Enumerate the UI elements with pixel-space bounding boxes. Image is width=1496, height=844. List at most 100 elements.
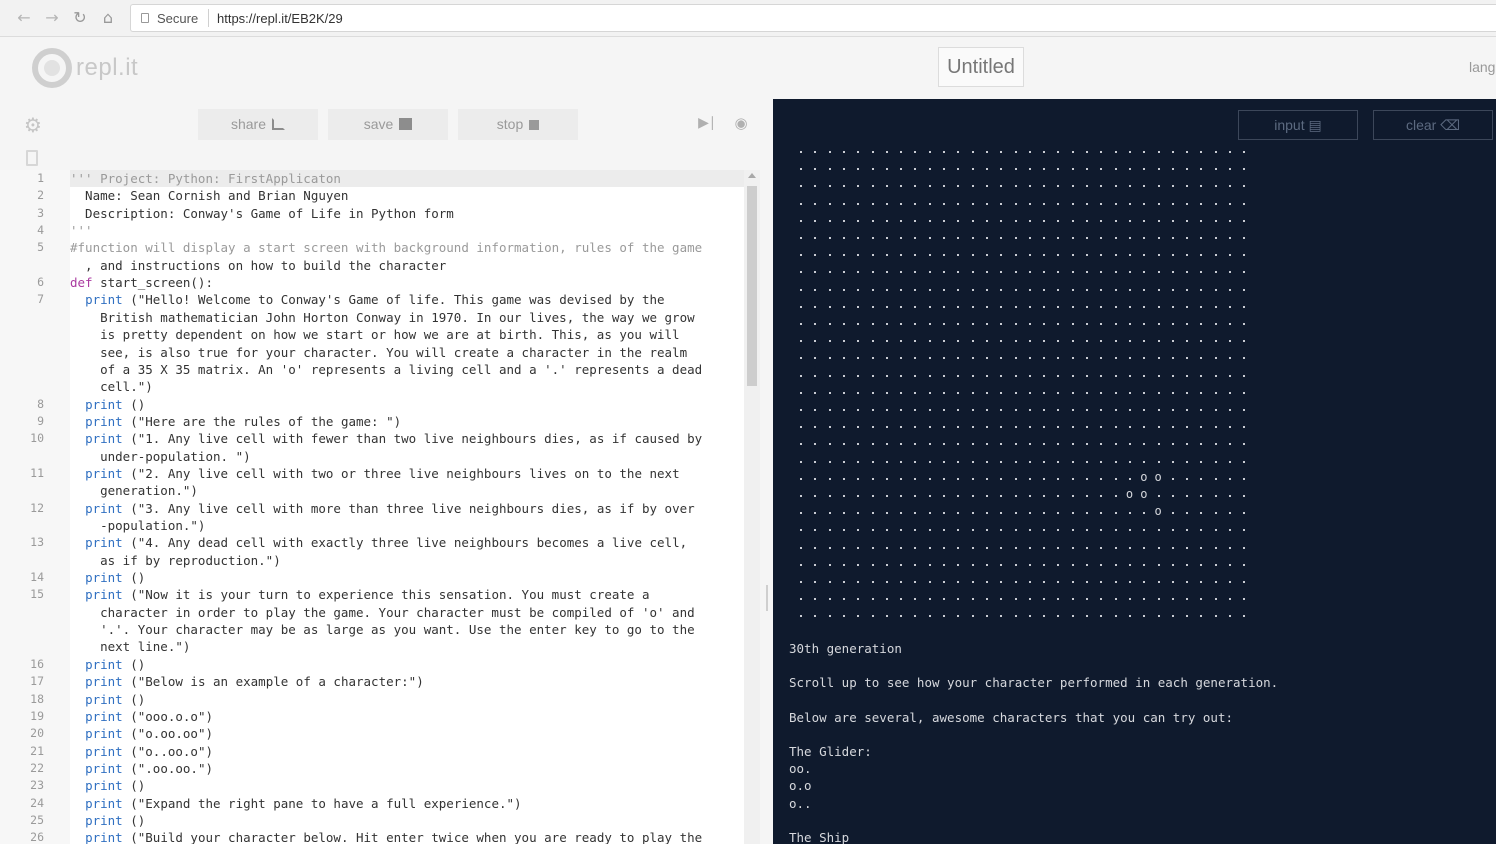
dead-cell xyxy=(1186,409,1189,411)
code-editor[interactable]: ''' Project: Python: FirstApplicaton Nam… xyxy=(70,170,744,844)
code-line[interactable]: '.'. Your character may be as large as y… xyxy=(70,621,744,638)
dead-cell xyxy=(957,581,960,583)
code-line[interactable]: see, is also true for your character. Yo… xyxy=(70,344,744,361)
console-line: Scroll up to see how your character perf… xyxy=(789,675,1279,690)
code-line[interactable]: Name: Sean Cornish and Brian Nguyen xyxy=(70,187,744,204)
code-line[interactable]: of a 35 X 35 matrix. An 'o' represents a… xyxy=(70,361,744,378)
dead-cell xyxy=(943,288,945,291)
splitter-grip-icon[interactable] xyxy=(766,585,768,611)
code-line[interactable]: print ("4. Any dead cell with exactly th… xyxy=(70,534,744,551)
scroll-up-icon[interactable] xyxy=(748,173,756,178)
back-icon[interactable]: ← xyxy=(14,8,34,28)
code-line[interactable]: character in order to play the game. You… xyxy=(70,604,744,621)
code-line[interactable]: print (".oo.oo.") xyxy=(70,760,744,777)
dead-cell xyxy=(900,391,903,394)
code-line[interactable]: -population.") xyxy=(70,517,744,534)
code-line[interactable]: print ("3. Any live cell with more than … xyxy=(70,500,744,517)
code-line[interactable]: #function will display a start screen wi… xyxy=(70,239,744,256)
code-line[interactable]: print ("o..oo.o") xyxy=(70,743,744,760)
run-step-icon[interactable]: ▶∣ xyxy=(697,113,717,133)
scrollbar-thumb[interactable] xyxy=(747,186,757,386)
dead-cell xyxy=(1157,340,1160,343)
dead-cell xyxy=(1200,185,1203,188)
code-line[interactable]: next line.") xyxy=(70,638,744,655)
dead-cell xyxy=(857,237,860,239)
pane-splitter[interactable] xyxy=(760,170,773,844)
clear-button[interactable]: clear ⌫ xyxy=(1373,110,1493,140)
code-line[interactable]: Description: Conway's Game of Life in Py… xyxy=(70,205,744,222)
code-line[interactable]: , and instructions on how to build the c… xyxy=(70,257,744,274)
dead-cell xyxy=(1200,546,1203,549)
code-line[interactable]: print ("2. Any live cell with two or thr… xyxy=(70,465,744,482)
logo-text[interactable]: repl.it xyxy=(76,54,138,82)
code-line[interactable]: print () xyxy=(70,691,744,708)
debug-icon[interactable]: ◉ xyxy=(731,113,751,133)
dead-cell xyxy=(1057,305,1060,308)
dead-cell xyxy=(828,546,831,549)
dead-cell xyxy=(957,305,960,308)
line-number: 20 xyxy=(30,726,44,741)
dead-cell xyxy=(1214,409,1217,411)
dead-cell xyxy=(814,254,817,257)
dead-cell xyxy=(1186,237,1189,239)
code-line[interactable]: under-population. ") xyxy=(70,448,744,465)
language-label[interactable]: lang xyxy=(1469,59,1495,75)
reload-icon[interactable]: ↻ xyxy=(70,8,90,28)
dead-cell xyxy=(814,305,817,308)
line-number: 3 xyxy=(37,205,44,220)
code-line[interactable]: as if by reproduction.") xyxy=(70,552,744,569)
dead-cell xyxy=(1028,323,1031,325)
code-line[interactable]: print ("Now it is your turn to experienc… xyxy=(70,586,744,603)
dead-cell xyxy=(1229,202,1231,205)
code-line[interactable]: ''' Project: Python: FirstApplicaton xyxy=(70,170,744,187)
settings-gear-icon[interactable]: ⚙ xyxy=(22,114,44,136)
dead-cell xyxy=(1229,563,1231,566)
code-line[interactable]: print ("Hello! Welcome to Conway's Game … xyxy=(70,291,744,308)
code-line[interactable]: def start_screen(): xyxy=(70,274,744,291)
save-button[interactable]: save xyxy=(328,109,448,140)
dead-cell xyxy=(1114,305,1117,308)
code-line[interactable]: print ("Here are the rules of the game: … xyxy=(70,413,744,430)
dead-cell xyxy=(1214,357,1217,360)
dead-cell xyxy=(914,426,917,429)
dead-cell xyxy=(1114,151,1117,153)
dead-cell xyxy=(857,340,860,343)
console-pane[interactable]: ooooo input ▤ clear ⌫ 30th generation Scr… xyxy=(773,99,1496,844)
dead-cell xyxy=(1114,426,1117,429)
dead-cell xyxy=(1028,357,1031,360)
dead-cell xyxy=(1043,615,1046,618)
dead-cell xyxy=(914,495,917,497)
code-line[interactable]: print ("Expand the right pane to have a … xyxy=(70,795,744,812)
replit-logo-icon[interactable] xyxy=(32,48,72,88)
dead-cell xyxy=(971,357,974,360)
editor-scrollbar[interactable] xyxy=(744,170,760,844)
line-number: 24 xyxy=(30,795,44,810)
code-line[interactable]: print ("ooo.o.o") xyxy=(70,708,744,725)
code-line[interactable]: generation.") xyxy=(70,482,744,499)
code-line[interactable]: British mathematician John Horton Conway… xyxy=(70,309,744,326)
dead-cell xyxy=(957,563,960,566)
code-line[interactable]: cell.") xyxy=(70,378,744,395)
code-line[interactable]: print () xyxy=(70,777,744,794)
file-icon[interactable] xyxy=(26,150,38,166)
url-text[interactable]: https://repl.it/EB2K/29 xyxy=(217,11,343,26)
share-button[interactable]: share xyxy=(198,109,318,140)
forward-icon[interactable]: → xyxy=(42,8,62,28)
code-line[interactable]: ''' xyxy=(70,222,744,239)
stop-button[interactable]: stop xyxy=(458,109,578,140)
home-icon[interactable]: ⌂ xyxy=(98,8,118,28)
address-bar[interactable]: Secure https://repl.it/EB2K/29 xyxy=(130,4,1496,32)
code-line[interactable]: print ("1. Any live cell with fewer than… xyxy=(70,430,744,447)
code-line[interactable]: is pretty dependent on how we start or h… xyxy=(70,326,744,343)
code-line[interactable]: print () xyxy=(70,812,744,829)
code-line[interactable]: print ("Below is an example of a charact… xyxy=(70,673,744,690)
code-line[interactable]: print () xyxy=(70,396,744,413)
dead-cell xyxy=(943,374,945,377)
input-button[interactable]: input ▤ xyxy=(1238,110,1358,140)
project-title[interactable]: Untitled xyxy=(938,47,1024,87)
code-line[interactable]: print () xyxy=(70,569,744,586)
code-line[interactable]: print ("Build your character below. Hit … xyxy=(70,829,744,844)
code-line[interactable]: print ("o.oo.oo") xyxy=(70,725,744,742)
dead-cell xyxy=(800,374,802,377)
code-line[interactable]: print () xyxy=(70,656,744,673)
